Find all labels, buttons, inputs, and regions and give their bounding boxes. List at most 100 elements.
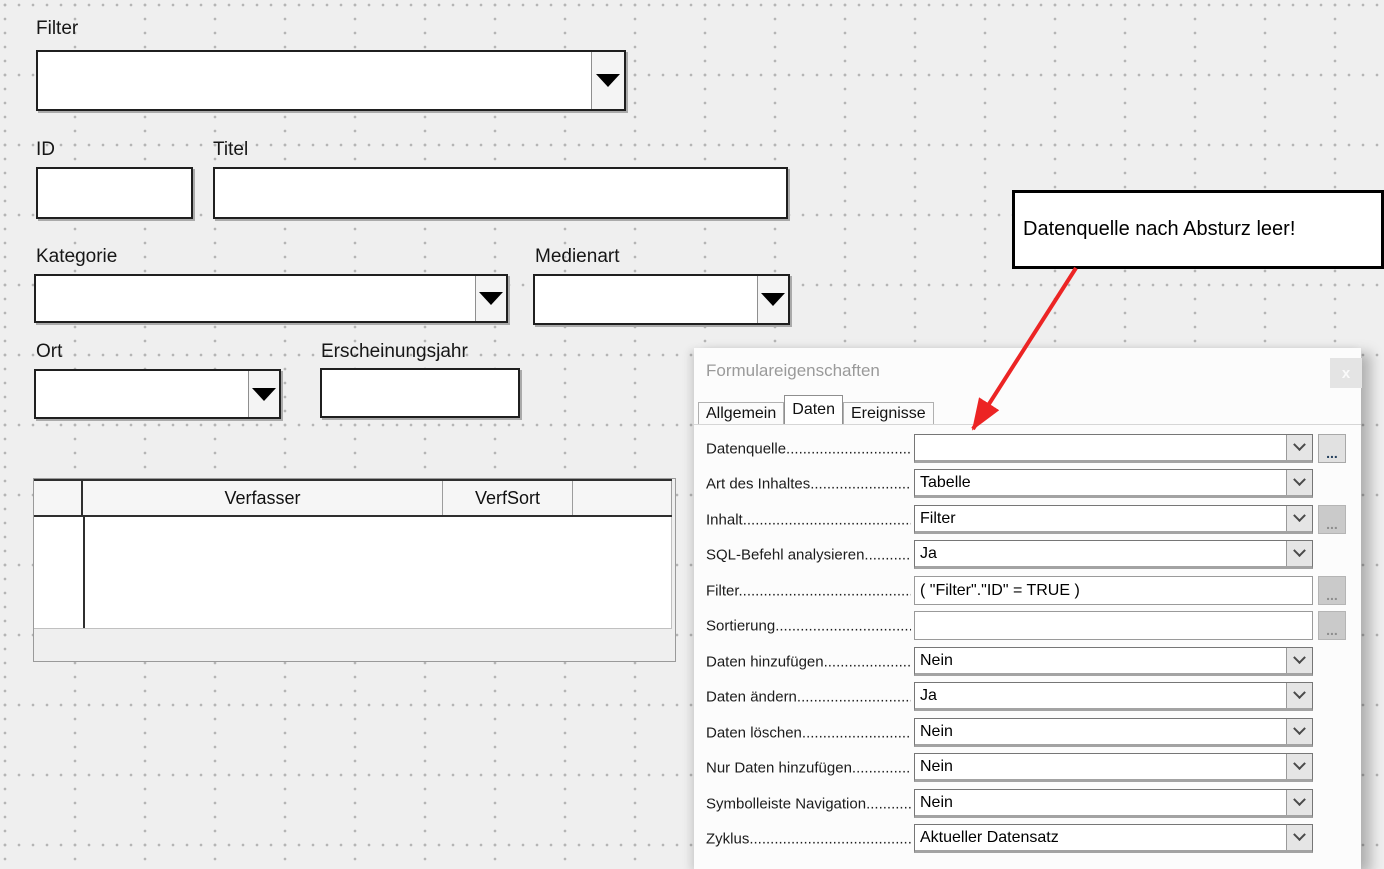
dropdown-arrow-icon [596, 74, 620, 87]
sortierung-field[interactable] [914, 611, 1313, 640]
chevron-down-icon[interactable] [1286, 435, 1312, 460]
chevron-down-icon[interactable] [1286, 719, 1312, 744]
erscheinungsjahr-field[interactable] [320, 368, 520, 418]
filter-label: Filter [36, 18, 78, 40]
tab-ereignisse[interactable]: Ereignisse [843, 402, 934, 424]
table-grid-body[interactable] [34, 517, 672, 629]
daten-hinzufuegen-value: Nein [920, 652, 953, 670]
ort-label: Ort [36, 341, 62, 363]
chevron-down-icon[interactable] [1286, 648, 1312, 673]
chevron-down-icon[interactable] [1286, 470, 1312, 495]
property-row-daten-aendern: Daten ändern............................… [694, 682, 1361, 712]
inhalt-combobox[interactable]: Filter [914, 505, 1313, 534]
column-header-verfasser[interactable]: Verfasser [83, 481, 443, 515]
symbolleiste-navigation-combobox[interactable]: Nein [914, 789, 1313, 818]
daten-loeschen-label: Daten löschen...........................… [706, 725, 911, 742]
daten-hinzufuegen-label: Daten hinzufügen........................… [706, 654, 911, 671]
filter-browse-button: ... [1318, 576, 1346, 605]
daten-loeschen-combobox[interactable]: Nein [914, 718, 1313, 747]
chevron-down-icon[interactable] [1286, 683, 1312, 708]
chevron-down-icon[interactable] [1286, 506, 1312, 531]
annotation-text: Datenquelle nach Absturz leer! [1023, 218, 1295, 241]
kategorie-label: Kategorie [36, 246, 117, 268]
chevron-down-icon[interactable] [1286, 541, 1312, 566]
dialog-content: Datenquelle.............................… [694, 424, 1361, 869]
zyklus-label: Zyklus..................................… [706, 831, 911, 848]
kategorie-combobox[interactable] [34, 274, 508, 323]
inhalt-value: Filter [920, 510, 956, 528]
dropdown-arrow-icon [479, 292, 503, 305]
sortierung-label: Sortierung..............................… [706, 618, 911, 635]
table-grid-control[interactable]: Verfasser VerfSort [33, 478, 676, 662]
property-row-datenquelle: Datenquelle.............................… [694, 434, 1361, 464]
property-row-daten-loeschen: Daten löschen...........................… [694, 718, 1361, 748]
property-row-nur-daten-hinzufuegen: Nur Daten hinzufügen................... N… [694, 753, 1361, 783]
daten-aendern-value: Ja [920, 687, 937, 705]
titel-field[interactable] [213, 167, 788, 219]
filter-value: ( "Filter"."ID" = TRUE ) [920, 582, 1080, 600]
daten-loeschen-value: Nein [920, 723, 953, 741]
annotation-box: Datenquelle nach Absturz leer! [1012, 190, 1384, 269]
property-row-symbolleiste-navigation: Symbolleiste Navigation................ N… [694, 789, 1361, 819]
art-des-inhaltes-value: Tabelle [920, 474, 971, 492]
nur-daten-hinzufuegen-combobox[interactable]: Nein [914, 753, 1313, 782]
daten-aendern-combobox[interactable]: Ja [914, 682, 1313, 711]
daten-aendern-label: Daten ändern............................… [706, 689, 911, 706]
zyklus-combobox[interactable]: Aktueller Datensatz [914, 824, 1313, 853]
datenquelle-label: Datenquelle.............................… [706, 441, 911, 458]
filter-combobox[interactable] [36, 50, 626, 111]
ort-combobox[interactable] [34, 369, 281, 419]
property-row-inhalt: Inhalt..................................… [694, 505, 1361, 535]
nur-daten-hinzufuegen-value: Nein [920, 758, 953, 776]
sql-befehl-analysieren-label: SQL-Befehl analysieren................. [706, 547, 911, 564]
zyklus-value: Aktueller Datensatz [920, 829, 1059, 847]
medienart-label: Medienart [535, 246, 620, 268]
daten-hinzufuegen-combobox[interactable]: Nein [914, 647, 1313, 676]
sql-befehl-analysieren-value: Ja [920, 545, 937, 563]
form-properties-dialog: Formulareigenschaften x AllgemeinDatenEr… [694, 348, 1361, 869]
column-header-verfsort[interactable]: VerfSort [443, 481, 573, 515]
dialog-title: Formulareigenschaften [706, 361, 880, 381]
titel-label: Titel [213, 139, 248, 161]
chevron-down-icon[interactable] [1286, 754, 1312, 779]
dropdown-arrow-icon [252, 388, 276, 401]
property-row-filter: Filter..................................… [694, 576, 1361, 606]
nur-daten-hinzufuegen-label: Nur Daten hinzufügen................... [706, 760, 911, 777]
dropdown-button[interactable] [757, 276, 788, 323]
datenquelle-browse-button[interactable]: ... [1318, 434, 1346, 463]
filter-label: Filter..................................… [706, 583, 911, 600]
property-row-daten-hinzufuegen: Daten hinzufügen........................… [694, 647, 1361, 677]
sql-befehl-analysieren-combobox[interactable]: Ja [914, 540, 1313, 569]
property-row-sortierung: Sortierung..............................… [694, 611, 1361, 641]
art-des-inhaltes-combobox[interactable]: Tabelle [914, 469, 1313, 498]
datenquelle-combobox[interactable] [914, 434, 1313, 463]
chevron-down-icon[interactable] [1286, 825, 1312, 850]
property-row-art-des-inhaltes: Art des Inhaltes........................… [694, 469, 1361, 499]
inhalt-label: Inhalt..................................… [706, 512, 911, 529]
sortierung-browse-button: ... [1318, 611, 1346, 640]
dialog-tabbar: AllgemeinDatenEreignisse [698, 395, 1361, 424]
property-row-zyklus: Zyklus..................................… [694, 824, 1361, 854]
art-des-inhaltes-label: Art des Inhaltes........................… [706, 476, 911, 493]
inhalt-browse-button: ... [1318, 505, 1346, 534]
dropdown-button[interactable] [591, 52, 624, 109]
id-label: ID [36, 139, 55, 161]
symbolleiste-navigation-label: Symbolleiste Navigation................ [706, 796, 911, 813]
column-header-empty[interactable] [573, 481, 672, 515]
row-header-divider [83, 517, 85, 628]
id-field[interactable] [36, 167, 193, 219]
dropdown-arrow-icon [761, 293, 785, 306]
dropdown-button[interactable] [475, 276, 506, 321]
table-grid-header: Verfasser VerfSort [34, 479, 672, 517]
chevron-down-icon[interactable] [1286, 790, 1312, 815]
close-icon[interactable]: x [1330, 358, 1362, 388]
symbolleiste-navigation-value: Nein [920, 794, 953, 812]
tab-daten[interactable]: Daten [784, 395, 843, 424]
tab-allgemein[interactable]: Allgemein [698, 402, 784, 424]
row-header-cell[interactable] [34, 481, 83, 515]
erscheinungsjahr-label: Erscheinungsjahr [321, 341, 468, 363]
medienart-combobox[interactable] [533, 274, 790, 325]
filter-field[interactable]: ( "Filter"."ID" = TRUE ) [914, 576, 1313, 605]
dropdown-button[interactable] [248, 371, 279, 417]
property-row-sql-befehl-analysieren: SQL-Befehl analysieren................. J… [694, 540, 1361, 570]
